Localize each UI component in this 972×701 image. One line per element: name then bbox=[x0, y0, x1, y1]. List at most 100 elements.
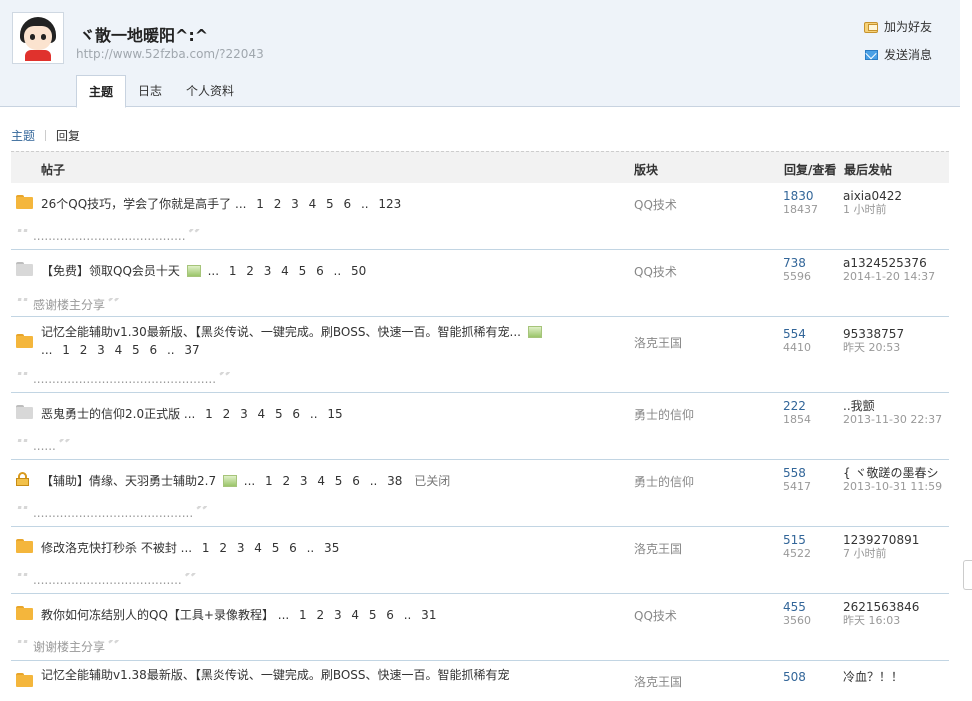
forum-link[interactable]: 洛克王国 bbox=[634, 673, 682, 690]
quote-text: ........................................ bbox=[32, 229, 186, 243]
table-row: 修改洛克快打秒杀 不被封 ... 1 2 3 4 5 6 .. 35 洛克王国 … bbox=[11, 527, 949, 594]
thread-title-link[interactable]: 教你如何冻结别人的QQ【工具+录像教程】 bbox=[41, 608, 274, 622]
quote-text: 感谢楼主分享 bbox=[32, 298, 105, 312]
last-author-link[interactable]: a1324525376 bbox=[843, 256, 953, 270]
view-count: 4410 bbox=[783, 341, 811, 354]
table-header: 帖子 版块 回复/查看 最后发帖 bbox=[11, 151, 949, 183]
close-quote-icon: ” bbox=[58, 439, 73, 453]
close-quote-icon: ” bbox=[188, 229, 203, 243]
table-row: 教你如何冻结别人的QQ【工具+录像教程】 ... 1 2 3 4 5 6 .. … bbox=[11, 594, 949, 661]
thread-title-cell: 教你如何冻结别人的QQ【工具+录像教程】 ... 1 2 3 4 5 6 .. … bbox=[41, 606, 561, 624]
forum-link[interactable]: 勇士的信仰 bbox=[634, 406, 694, 423]
scrollbar-thumb[interactable] bbox=[963, 560, 972, 590]
folder-icon bbox=[16, 405, 33, 419]
open-quote-icon: “ bbox=[16, 640, 31, 654]
page-links[interactable]: ... 1 2 3 4 5 6 .. 123 bbox=[235, 197, 401, 211]
thread-title-cell: 恶鬼勇士的信仰2.0正式版 ... 1 2 3 4 5 6 .. 15 bbox=[41, 405, 561, 423]
close-quote-icon: ” bbox=[195, 506, 210, 520]
last-post-time[interactable]: 昨天 16:03 bbox=[843, 614, 953, 628]
send-message-button[interactable]: 发送消息 bbox=[864, 46, 932, 63]
last-post-time[interactable]: 2013-11-30 22:37 bbox=[843, 413, 953, 427]
tab-blog[interactable]: 日志 bbox=[126, 75, 174, 108]
tab-topics[interactable]: 主题 bbox=[76, 75, 127, 108]
user-url-link[interactable]: http://www.52fzba.com/?22043 bbox=[76, 47, 264, 61]
table-row: 【免费】领取QQ会员十天 ... 1 2 3 4 5 6 .. 50 QQ技术 … bbox=[11, 250, 949, 317]
quote-text: ........................................… bbox=[32, 506, 194, 520]
forum-link[interactable]: QQ技术 bbox=[634, 196, 677, 213]
add-friend-icon bbox=[863, 21, 878, 33]
thread-title-link[interactable]: 恶鬼勇士的信仰2.0正式版 bbox=[41, 407, 180, 421]
last-post: 2621563846 昨天 16:03 bbox=[843, 600, 953, 628]
forum-link[interactable]: QQ技术 bbox=[634, 607, 677, 624]
reply-count[interactable]: 558 bbox=[783, 466, 841, 480]
forum-link[interactable]: QQ技术 bbox=[634, 263, 677, 280]
reply-quote: “ ......................................… bbox=[16, 372, 233, 386]
page-links[interactable]: ... 1 2 3 4 5 6 .. 37 bbox=[41, 343, 200, 357]
reply-count[interactable]: 515 bbox=[783, 533, 841, 547]
header-last-post: 最后发帖 bbox=[844, 163, 893, 177]
page-links[interactable]: ... 1 2 3 4 5 6 .. 38 bbox=[244, 474, 403, 488]
thread-title-cell: 26个QQ技巧，学会了你就是高手了 ... 1 2 3 4 5 6 .. 123 bbox=[41, 195, 561, 213]
thread-title-link[interactable]: 记忆全能辅助v1.38最新版、【黑炎传说、一键完成。刷BOSS、快速一百。智能抓… bbox=[41, 668, 510, 682]
reply-view-count: 738 5596 bbox=[783, 256, 841, 284]
table-row: 记忆全能辅助v1.38最新版、【黑炎传说、一键完成。刷BOSS、快速一百。智能抓… bbox=[11, 661, 949, 701]
view-count: 18437 bbox=[783, 203, 818, 216]
folder-icon bbox=[16, 334, 33, 348]
avatar[interactable] bbox=[12, 12, 64, 64]
last-post-time[interactable]: 昨天 20:53 bbox=[843, 341, 953, 355]
last-post-time[interactable]: 2013-10-31 11:59 bbox=[843, 480, 953, 494]
forum-link[interactable]: 勇士的信仰 bbox=[634, 473, 694, 490]
filter-replies-link[interactable]: 回复 bbox=[56, 127, 80, 144]
tab-profile[interactable]: 个人资料 bbox=[174, 75, 246, 108]
reply-view-count: 515 4522 bbox=[783, 533, 841, 561]
topic-filter: 主题 回复 bbox=[11, 127, 80, 144]
quote-text: ...... bbox=[32, 439, 56, 453]
page-links[interactable]: ... 1 2 3 4 5 6 .. 31 bbox=[278, 608, 437, 622]
close-quote-icon: ” bbox=[107, 640, 122, 654]
thread-list: 26个QQ技巧，学会了你就是高手了 ... 1 2 3 4 5 6 .. 123… bbox=[11, 183, 949, 701]
thread-title-link[interactable]: 【免费】领取QQ会员十天 bbox=[41, 264, 180, 278]
image-attachment-icon bbox=[186, 265, 201, 277]
last-author-link[interactable]: aixia0422 bbox=[843, 189, 953, 203]
last-author-link[interactable]: { ヾ敬蹉の墨春シ bbox=[843, 466, 953, 480]
thread-title-link[interactable]: 26个QQ技巧，学会了你就是高手了 bbox=[41, 197, 231, 211]
folder-icon bbox=[16, 539, 33, 553]
page-links[interactable]: ... 1 2 3 4 5 6 .. 15 bbox=[184, 407, 343, 421]
last-author-link[interactable]: 2621563846 bbox=[843, 600, 953, 614]
forum-link[interactable]: 洛克王国 bbox=[634, 334, 682, 351]
reply-view-count: 1830 18437 bbox=[783, 189, 841, 217]
reply-count[interactable]: 508 bbox=[783, 670, 841, 684]
last-post-time[interactable]: 7 小时前 bbox=[843, 547, 953, 561]
add-friend-button[interactable]: 加为好友 bbox=[863, 18, 932, 35]
reply-count[interactable]: 738 bbox=[783, 256, 841, 270]
forum-link[interactable]: 洛克王国 bbox=[634, 540, 682, 557]
last-author-link[interactable]: 1239270891 bbox=[843, 533, 953, 547]
profile-tabs: 主题 日志 个人资料 bbox=[76, 75, 246, 108]
thread-title-cell: 记忆全能辅助v1.38最新版、【黑炎传说、一键完成。刷BOSS、快速一百。智能抓… bbox=[41, 666, 561, 684]
last-post: a1324525376 2014-1-20 14:37 bbox=[843, 256, 953, 284]
last-post-time[interactable]: 1 小时前 bbox=[843, 203, 953, 217]
quote-text: ....................................... bbox=[32, 573, 182, 587]
filter-divider bbox=[45, 130, 47, 141]
reply-count[interactable]: 1830 bbox=[783, 189, 841, 203]
page-links[interactable]: ... 1 2 3 4 5 6 .. 50 bbox=[208, 264, 367, 278]
reply-count[interactable]: 554 bbox=[783, 327, 841, 341]
thread-title-link[interactable]: 修改洛克快打秒杀 不被封 bbox=[41, 541, 177, 555]
last-post-time[interactable]: 2014-1-20 14:37 bbox=[843, 270, 953, 284]
reply-count[interactable]: 222 bbox=[783, 399, 841, 413]
thread-title-link[interactable]: 【辅助】倩缘、天羽勇士辅助2.7 bbox=[41, 474, 216, 488]
last-author-link[interactable]: 95338757 bbox=[843, 327, 953, 341]
last-author-link[interactable]: 冷血？！！ bbox=[843, 670, 953, 684]
thread-title-link[interactable]: 记忆全能辅助v1.30最新版、【黑炎传说、一键完成。刷BOSS、快速一百。智能抓… bbox=[41, 325, 521, 339]
open-quote-icon: “ bbox=[16, 506, 31, 520]
profile-header: ヾ散一地暖阳^:^ http://www.52fzba.com/?22043 加… bbox=[0, 0, 960, 108]
last-author-link[interactable]: ..我颤 bbox=[843, 399, 953, 413]
reply-count[interactable]: 455 bbox=[783, 600, 841, 614]
open-quote-icon: “ bbox=[16, 372, 31, 386]
view-count: 1854 bbox=[783, 413, 811, 426]
page-links[interactable]: ... 1 2 3 4 5 6 .. 35 bbox=[181, 541, 340, 555]
avatar-image bbox=[15, 15, 61, 61]
folder-icon bbox=[16, 262, 33, 276]
folder-icon bbox=[16, 195, 33, 209]
filter-topics-link[interactable]: 主题 bbox=[11, 127, 35, 144]
